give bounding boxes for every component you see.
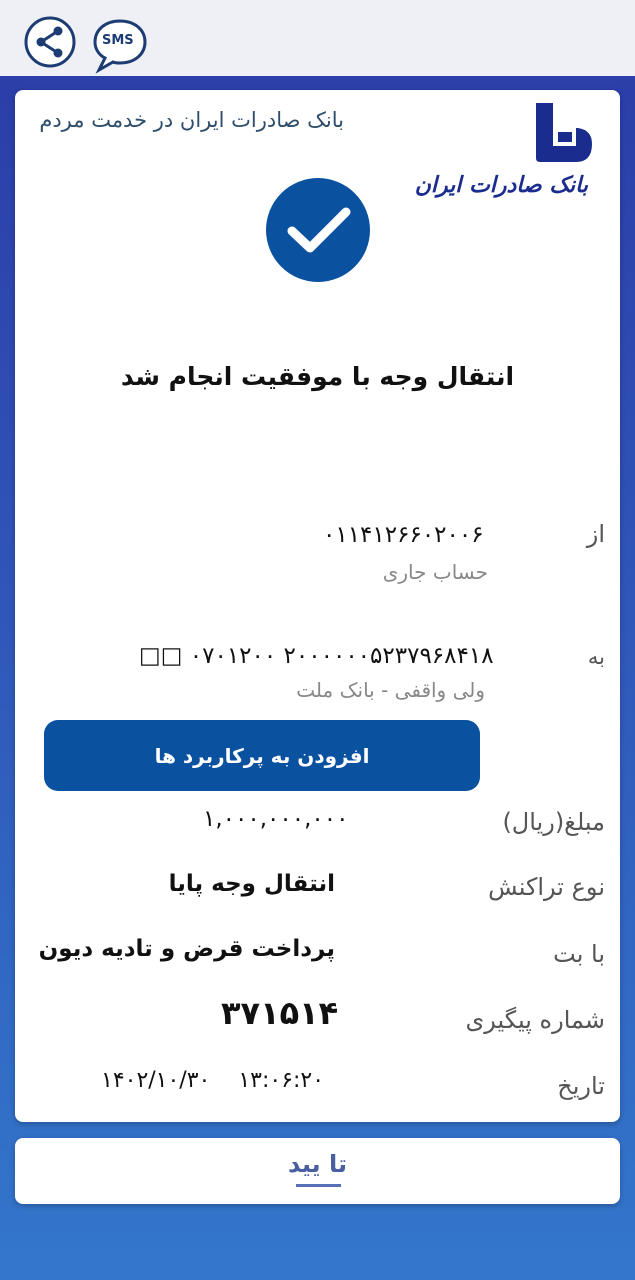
amount-label: مبلغ(ریال) bbox=[502, 808, 605, 836]
amount-value: ۱,۰۰۰,۰۰۰,۰۰۰ bbox=[203, 806, 349, 832]
success-check-badge bbox=[266, 178, 370, 282]
bank-logo-icon bbox=[536, 103, 592, 162]
bank-logo: بانک صادرات ایران bbox=[415, 100, 604, 210]
transaction-type-value: انتقال وجه پایا bbox=[168, 871, 335, 897]
confirm-underline bbox=[296, 1184, 341, 1187]
purpose-label: با بت bbox=[553, 940, 605, 968]
date-label: تاریخ bbox=[557, 1072, 605, 1100]
from-account-number: ۰۱۱۴۱۲۶۶۰۲۰۰۶ bbox=[323, 522, 484, 548]
share-button[interactable] bbox=[24, 16, 76, 68]
sms-label: SMS bbox=[102, 33, 134, 48]
purpose-value: پرداخت قرض و تادیه دیون bbox=[38, 936, 335, 962]
bank-logo-text: بانک صادرات ایران bbox=[414, 172, 588, 198]
top-toolbar: SMS bbox=[0, 0, 635, 76]
sms-button[interactable]: SMS bbox=[92, 18, 147, 74]
confirm-label: تا یید bbox=[287, 1150, 348, 1178]
from-account-type: حساب جاری bbox=[382, 560, 488, 584]
to-account-owner: ولی واقفی - بانک ملت bbox=[296, 678, 485, 702]
add-to-favorites-button[interactable]: افزودن به پرکاربرد ها bbox=[44, 720, 480, 791]
to-account-number: □□ ۰۷۰۱۲۰۰ ۲۰۰۰۰۰۰۵۲۳۷۹۶۸۴۱۸ bbox=[139, 643, 494, 669]
tracking-number-value: ۳۷۱۵۱۴ bbox=[221, 994, 339, 1032]
share-icon bbox=[24, 16, 76, 68]
checkmark-icon bbox=[287, 207, 351, 253]
receipt-card: بانک صادرات ایران در خدمت مردم بانک صادر… bbox=[15, 90, 620, 1122]
from-label: از bbox=[586, 520, 605, 548]
bank-slogan: بانک صادرات ایران در خدمت مردم bbox=[39, 108, 344, 132]
success-message: انتقال وجه با موفقیت انجام شد bbox=[120, 362, 515, 391]
tracking-number-label: شماره پیگیری bbox=[465, 1006, 605, 1034]
confirm-button[interactable]: تا یید bbox=[15, 1138, 620, 1204]
transaction-type-label: نوع تراکنش bbox=[488, 873, 605, 901]
date-value: ۱۴۰۲/۱۰/۳۰ ۱۳:۰۶:۲۰ bbox=[101, 1068, 325, 1093]
to-label: به bbox=[587, 645, 605, 669]
